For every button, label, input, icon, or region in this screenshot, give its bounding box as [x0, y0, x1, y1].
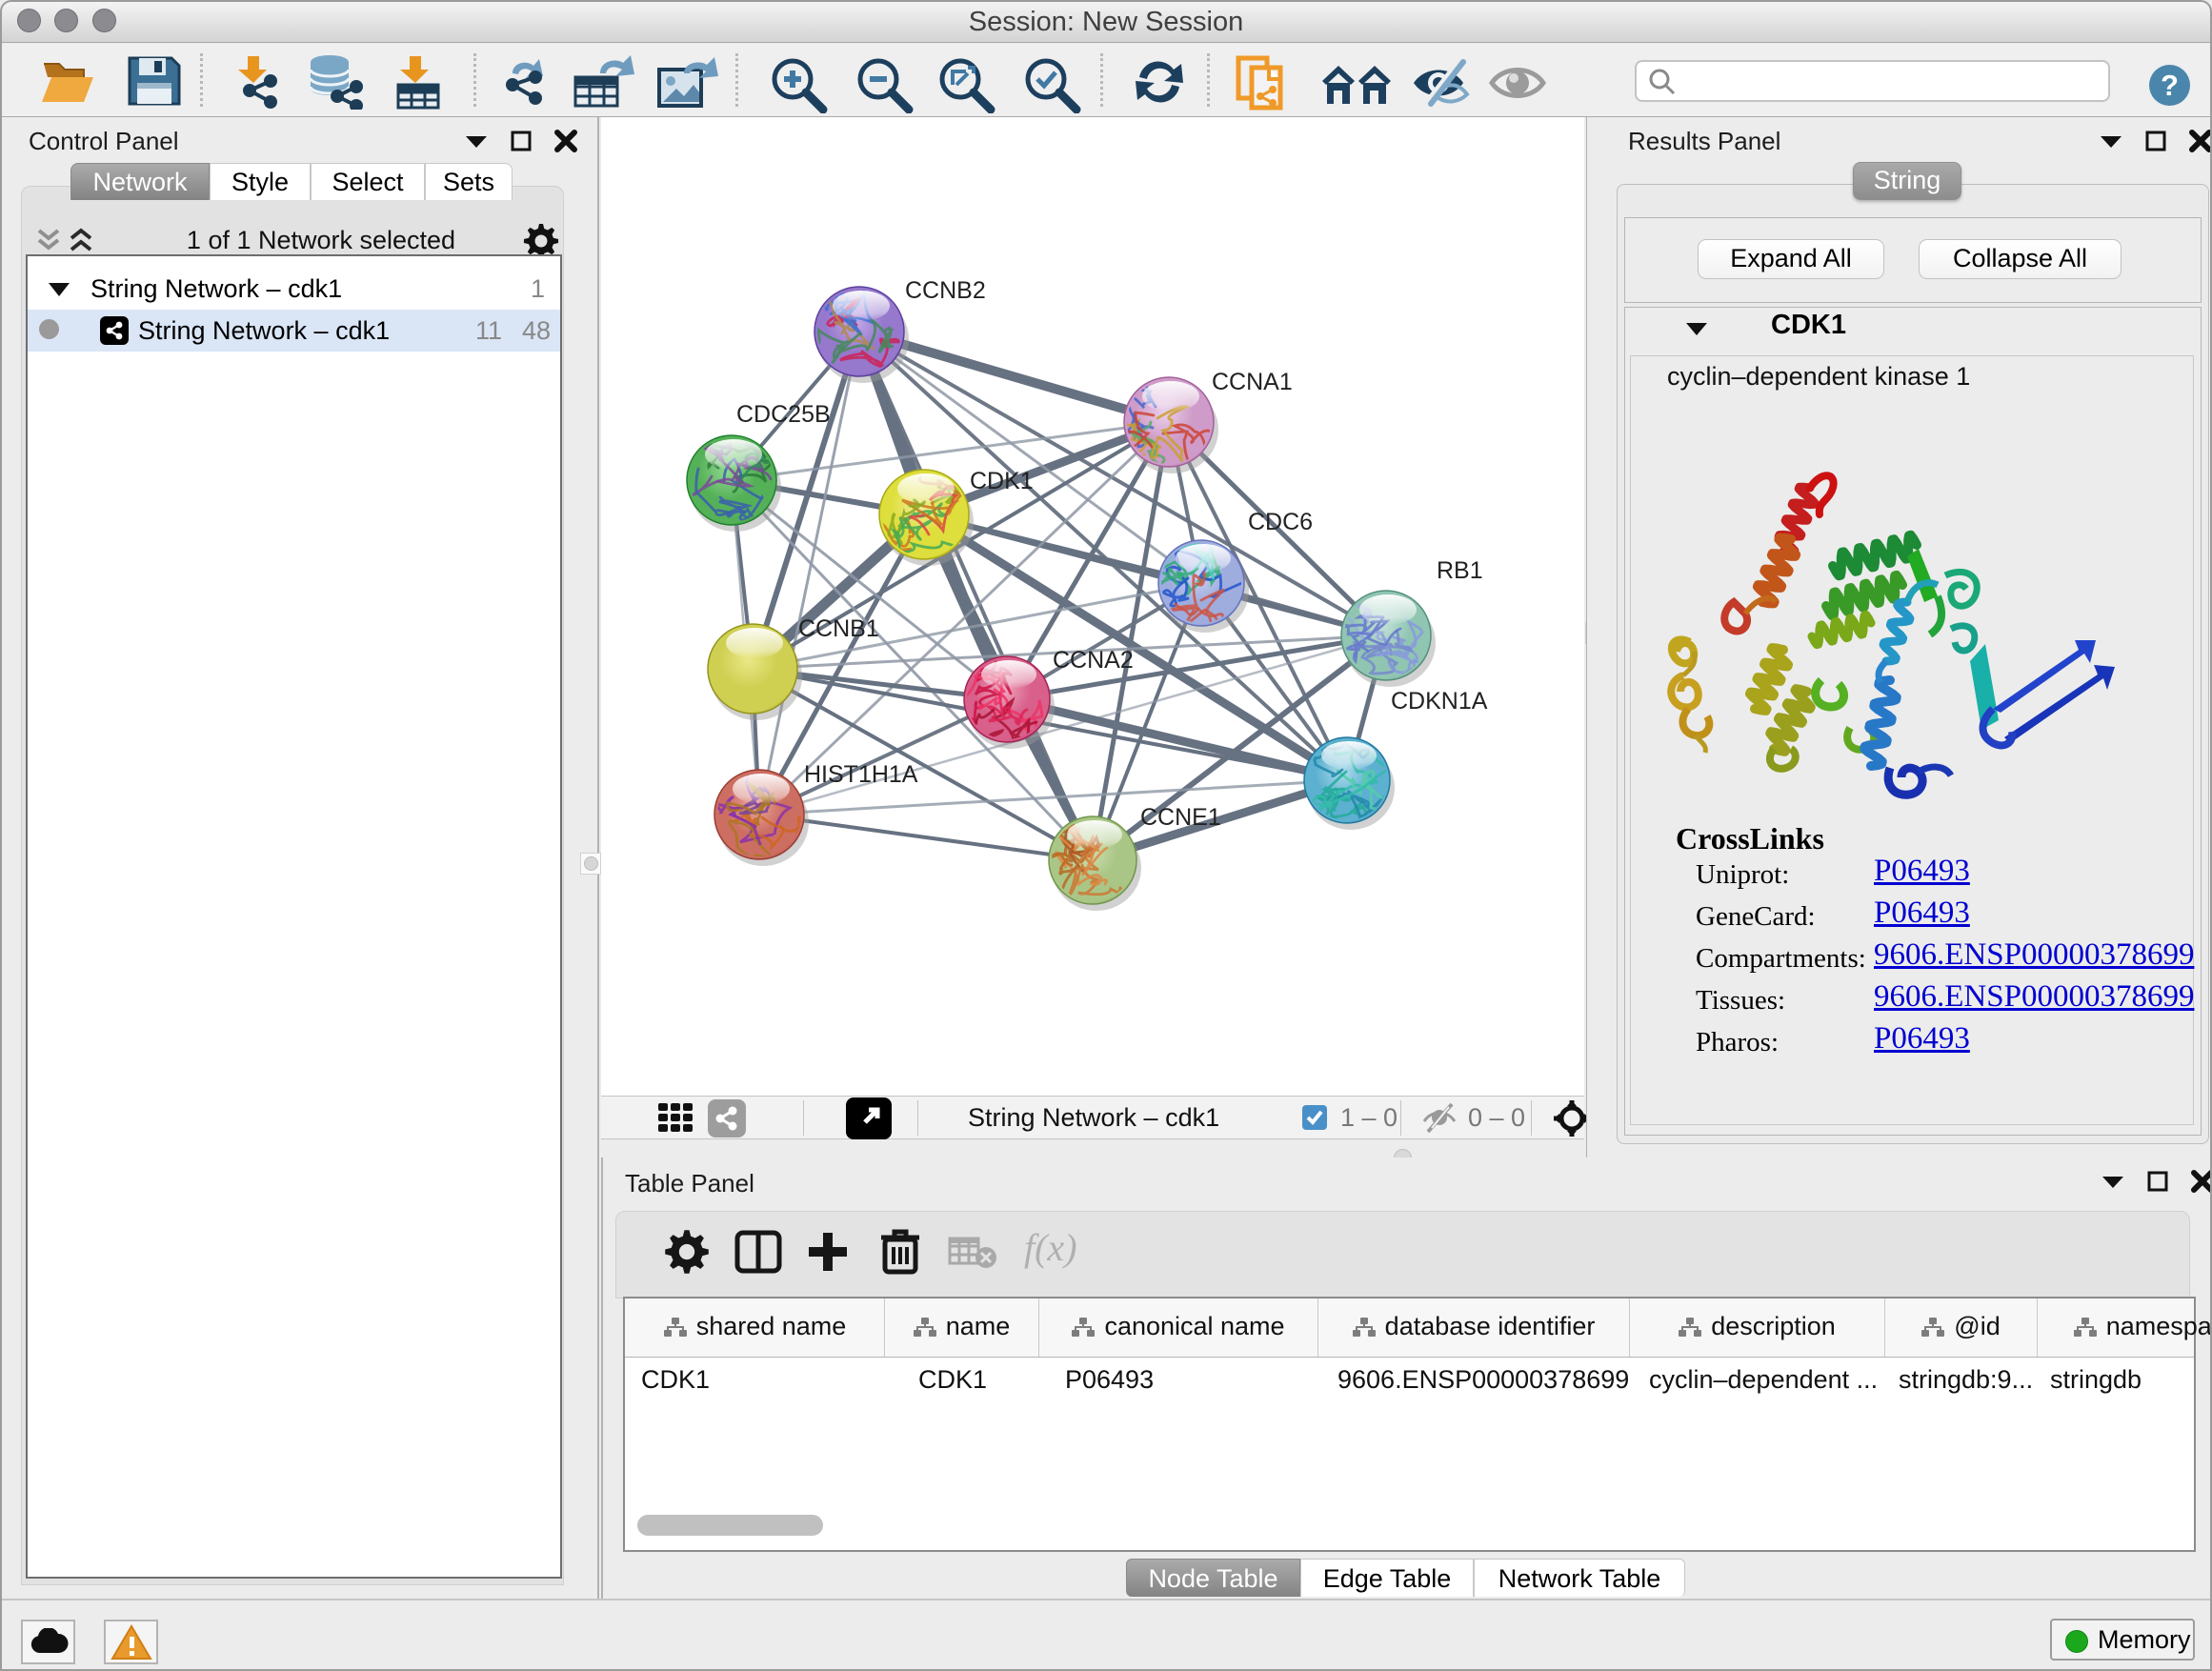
- svg-text:CCNB1: CCNB1: [798, 615, 879, 642]
- svg-text:CCNA1: CCNA1: [1212, 369, 1293, 395]
- svg-text:CCNB2: CCNB2: [905, 277, 986, 304]
- svg-text:CCNA2: CCNA2: [1053, 647, 1134, 674]
- svg-text:HIST1H1A: HIST1H1A: [804, 761, 918, 788]
- svg-text:CCNE1: CCNE1: [1140, 804, 1221, 831]
- svg-text:CDC6: CDC6: [1248, 509, 1313, 535]
- svg-text:RB1: RB1: [1437, 557, 1483, 584]
- svg-text:CDKN1A: CDKN1A: [1391, 688, 1488, 715]
- svg-text:CDC25B: CDC25B: [736, 401, 831, 428]
- svg-text:CDK1: CDK1: [970, 468, 1034, 494]
